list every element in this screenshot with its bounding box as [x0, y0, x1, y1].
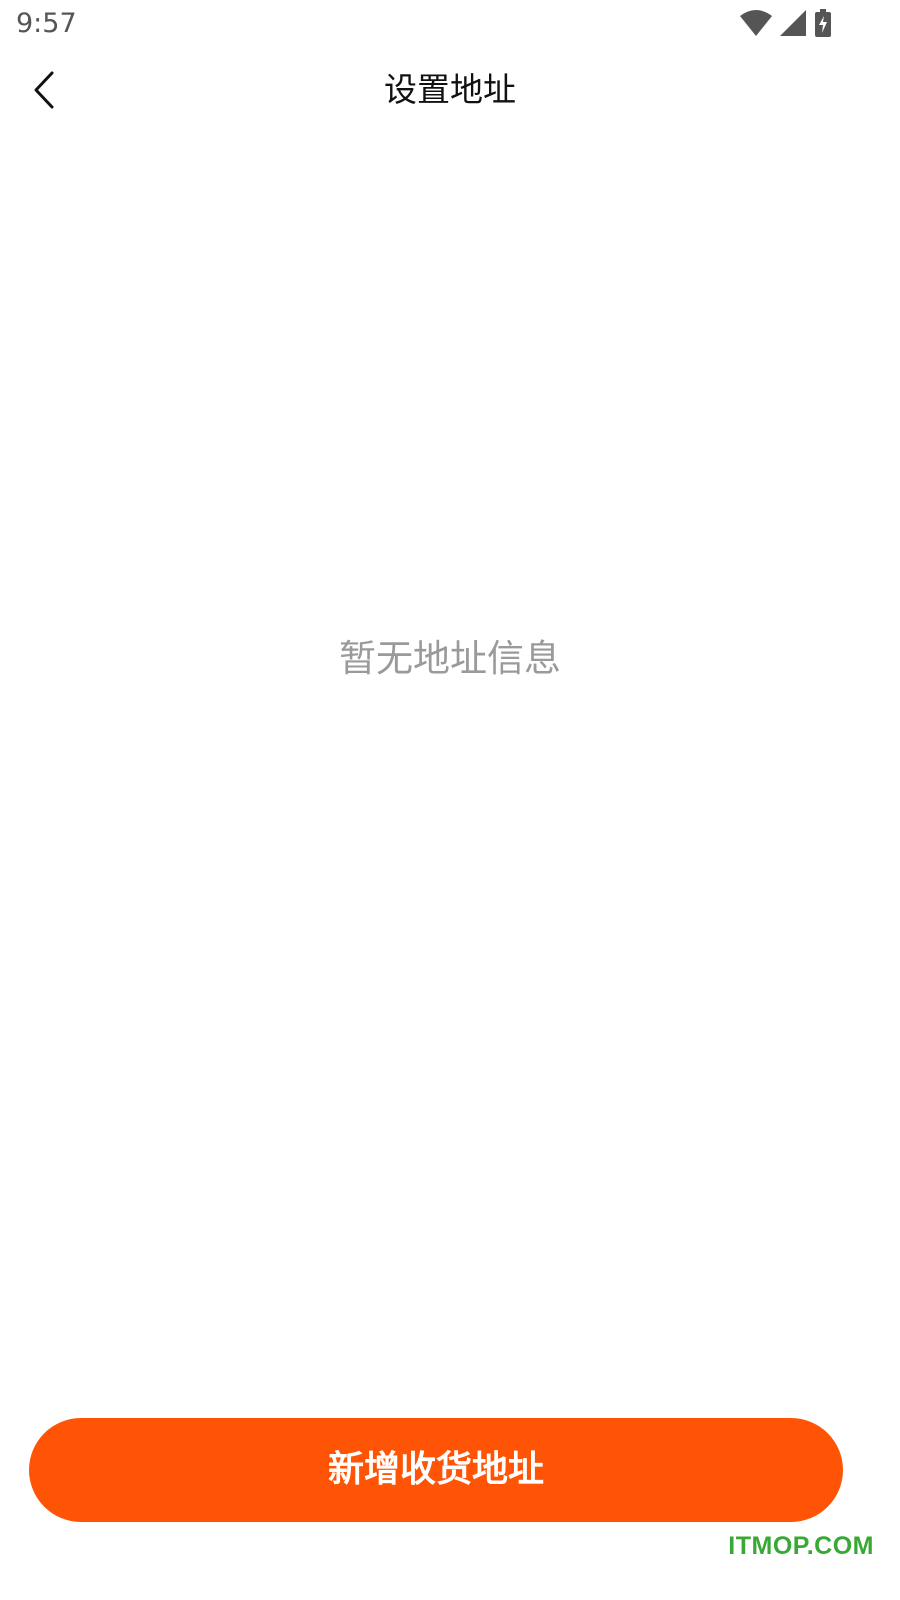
status-time: 9:57 [16, 8, 77, 39]
watermark: ITMOP.COM [728, 1532, 874, 1560]
add-address-button[interactable]: 新增收货地址 [29, 1418, 843, 1522]
wifi-icon [740, 9, 772, 37]
empty-state-message: 暂无地址信息 [339, 637, 561, 680]
status-bar: 9:57 [0, 0, 900, 50]
page-title: 设置地址 [384, 70, 516, 109]
signal-icon [780, 10, 806, 36]
header: 设置地址 [0, 52, 900, 132]
status-icons [740, 9, 832, 37]
battery-charging-icon [814, 9, 832, 37]
